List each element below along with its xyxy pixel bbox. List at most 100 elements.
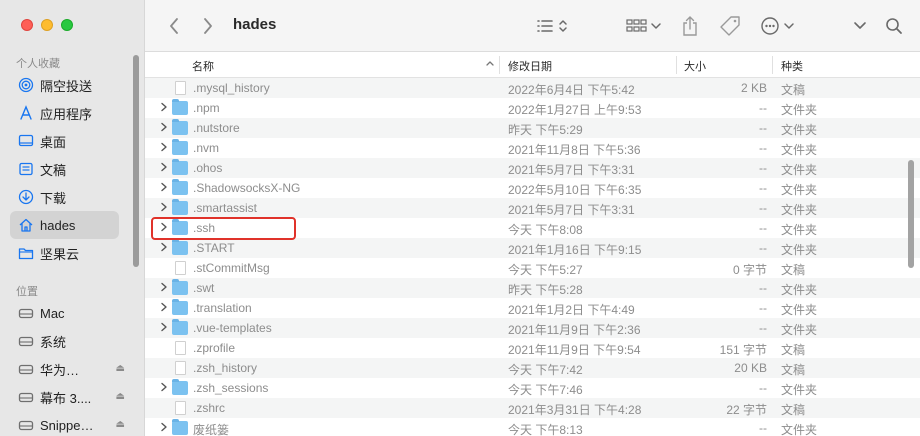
file-row[interactable]: .START 2021年1月16日 下午9:15 -- 文件夹 bbox=[145, 238, 920, 258]
file-row[interactable]: 废纸篓 今天 下午8:13 -- 文件夹 bbox=[145, 418, 920, 436]
list-scrollbar[interactable] bbox=[908, 160, 914, 268]
file-row[interactable]: .vue-templates 2021年11月9日 下午2:36 -- 文件夹 bbox=[145, 318, 920, 338]
file-row[interactable]: .npm 2022年1月27日 上午9:53 -- 文件夹 bbox=[145, 98, 920, 118]
file-size: -- bbox=[759, 101, 767, 115]
file-name: .translation bbox=[193, 301, 252, 315]
share-button[interactable] bbox=[678, 13, 702, 39]
file-date: 2021年11月9日 下午2:36 bbox=[508, 323, 641, 337]
tags-button[interactable] bbox=[717, 13, 743, 39]
file-name: .stCommitMsg bbox=[193, 261, 270, 275]
file-row[interactable]: .swt 昨天 下午5:28 -- 文件夹 bbox=[145, 278, 920, 298]
group-by-button[interactable] bbox=[623, 13, 665, 39]
file-row[interactable]: .translation 2021年1月2日 下午4:49 -- 文件夹 bbox=[145, 298, 920, 318]
disclosure-triangle-icon[interactable] bbox=[160, 382, 170, 394]
forward-button[interactable] bbox=[197, 13, 219, 39]
sidebar-item-favorites-0[interactable]: 隔空投送 bbox=[10, 71, 119, 99]
column-kind-header[interactable]: 种类 bbox=[781, 58, 803, 74]
eject-icon[interactable]: ⏏ bbox=[116, 419, 125, 430]
sidebar: 个人收藏 隔空投送 应用程序 桌面 文稿 下载 hades 坚果云 位置 Mac 系统 华为… ⏏… bbox=[0, 0, 145, 436]
column-date-header[interactable]: 修改日期 bbox=[508, 58, 552, 74]
list-view-icon bbox=[537, 20, 567, 32]
sidebar-item-locations-2[interactable]: 华为… ⏏ bbox=[10, 355, 125, 383]
file-name: .zprofile bbox=[193, 341, 236, 355]
file-row[interactable]: .ShadowsocksX-NG 2022年5月10日 下午6:35 -- 文件夹 bbox=[145, 178, 920, 198]
file-row[interactable]: .mysql_history 2022年6月4日 下午5:42 2 KB 文稿 bbox=[145, 78, 920, 98]
sidebar-scrollbar[interactable] bbox=[133, 55, 139, 267]
back-button[interactable] bbox=[163, 13, 185, 39]
file-row[interactable]: .ohos 2021年5月7日 下午3:31 -- 文件夹 bbox=[145, 158, 920, 178]
file-size: 0 字节 bbox=[732, 263, 767, 277]
file-name: .npm bbox=[193, 101, 220, 115]
disclosure-triangle-icon[interactable] bbox=[160, 202, 170, 214]
disclosure-triangle-icon[interactable] bbox=[160, 302, 170, 314]
disclosure-triangle-icon[interactable] bbox=[160, 322, 170, 334]
disclosure-triangle-icon[interactable] bbox=[160, 282, 170, 294]
file-row[interactable]: .zsh_sessions 今天 下午7:46 -- 文件夹 bbox=[145, 378, 920, 398]
sidebar-item-locations-1[interactable]: 系统 bbox=[10, 327, 119, 355]
file-name: .zsh_history bbox=[193, 361, 258, 375]
disk-icon bbox=[18, 389, 34, 405]
ellipsis-circle-icon bbox=[761, 17, 794, 35]
file-row[interactable]: .zshrc 2021年3月31日 下午4:28 22 字节 文稿 bbox=[145, 398, 920, 418]
sidebar-item-favorites-3[interactable]: 文稿 bbox=[10, 155, 119, 183]
file-kind: 文件夹 bbox=[781, 183, 818, 197]
file-size: 151 字节 bbox=[719, 343, 767, 357]
sidebar-item-favorites-1[interactable]: 应用程序 bbox=[10, 99, 119, 127]
column-size-header[interactable]: 大小 bbox=[684, 58, 706, 74]
column-name-header[interactable]: 名称 bbox=[192, 58, 214, 74]
file-name: .swt bbox=[193, 281, 215, 295]
sidebar-item-locations-0[interactable]: Mac bbox=[10, 299, 119, 327]
sidebar-item-favorites-2[interactable]: 桌面 bbox=[10, 127, 119, 155]
file-name: .START bbox=[193, 241, 235, 255]
disclosure-triangle-icon[interactable] bbox=[160, 102, 170, 114]
document-icon bbox=[175, 81, 186, 95]
sidebar-item-favorites-6[interactable]: 坚果云 bbox=[10, 239, 119, 267]
file-name: .ShadowsocksX-NG bbox=[193, 181, 301, 195]
disk-icon bbox=[18, 333, 34, 349]
file-kind: 文件夹 bbox=[781, 203, 818, 217]
file-kind: 文件夹 bbox=[781, 323, 818, 337]
file-row[interactable]: .nvm 2021年11月8日 下午5:36 -- 文件夹 bbox=[145, 138, 920, 158]
file-row[interactable]: .stCommitMsg 今天 下午5:27 0 字节 文稿 bbox=[145, 258, 920, 278]
downloads-icon bbox=[18, 189, 34, 205]
toolbar: hades bbox=[145, 0, 920, 52]
file-size: -- bbox=[759, 121, 767, 135]
view-list-button[interactable] bbox=[533, 13, 573, 39]
more-actions-button[interactable] bbox=[759, 13, 799, 39]
disclosure-triangle-icon[interactable] bbox=[160, 122, 170, 134]
disclosure-triangle-icon[interactable] bbox=[160, 142, 170, 154]
file-date: 今天 下午7:46 bbox=[508, 383, 583, 397]
file-size: -- bbox=[759, 321, 767, 335]
disclosure-triangle-icon[interactable] bbox=[160, 242, 170, 254]
file-kind: 文件夹 bbox=[781, 163, 818, 177]
file-date: 今天 下午8:13 bbox=[508, 423, 583, 436]
file-row[interactable]: .zprofile 2021年11月9日 下午9:54 151 字节 文稿 bbox=[145, 338, 920, 358]
folder-icon bbox=[172, 379, 188, 395]
sidebar-item-favorites-4[interactable]: 下载 bbox=[10, 183, 119, 211]
search-button[interactable] bbox=[882, 13, 906, 39]
expand-toolbar-button[interactable] bbox=[849, 13, 871, 39]
zoom-window-button[interactable] bbox=[61, 19, 73, 31]
disclosure-triangle-icon[interactable] bbox=[160, 422, 170, 434]
disclosure-triangle-icon[interactable] bbox=[160, 162, 170, 174]
column-header: 名称 修改日期 大小 种类 bbox=[145, 52, 920, 78]
eject-icon[interactable]: ⏏ bbox=[116, 391, 125, 402]
close-window-button[interactable] bbox=[21, 19, 33, 31]
file-date: 昨天 下午5:29 bbox=[508, 123, 583, 137]
sidebar-item-favorites-5[interactable]: hades bbox=[10, 211, 119, 239]
file-row[interactable]: .nutstore 昨天 下午5:29 -- 文件夹 bbox=[145, 118, 920, 138]
sidebar-item-label: 文稿 bbox=[40, 162, 67, 178]
file-size: -- bbox=[759, 301, 767, 315]
file-date: 2022年1月27日 上午9:53 bbox=[508, 103, 642, 117]
file-date: 2021年3月31日 下午4:28 bbox=[508, 403, 642, 417]
eject-icon[interactable]: ⏏ bbox=[116, 363, 125, 374]
chevron-left-icon bbox=[170, 18, 178, 34]
file-row[interactable]: .zsh_history 今天 下午7:42 20 KB 文稿 bbox=[145, 358, 920, 378]
folder-icon bbox=[172, 119, 188, 135]
file-row[interactable]: .smartassist 2021年5月7日 下午3:31 -- 文件夹 bbox=[145, 198, 920, 218]
sidebar-item-locations-4[interactable]: Snippe… ⏏ bbox=[10, 411, 125, 436]
folder-icon bbox=[172, 279, 188, 295]
sidebar-item-locations-3[interactable]: 幕布 3.... ⏏ bbox=[10, 383, 125, 411]
disclosure-triangle-icon[interactable] bbox=[160, 182, 170, 194]
minimize-window-button[interactable] bbox=[41, 19, 53, 31]
